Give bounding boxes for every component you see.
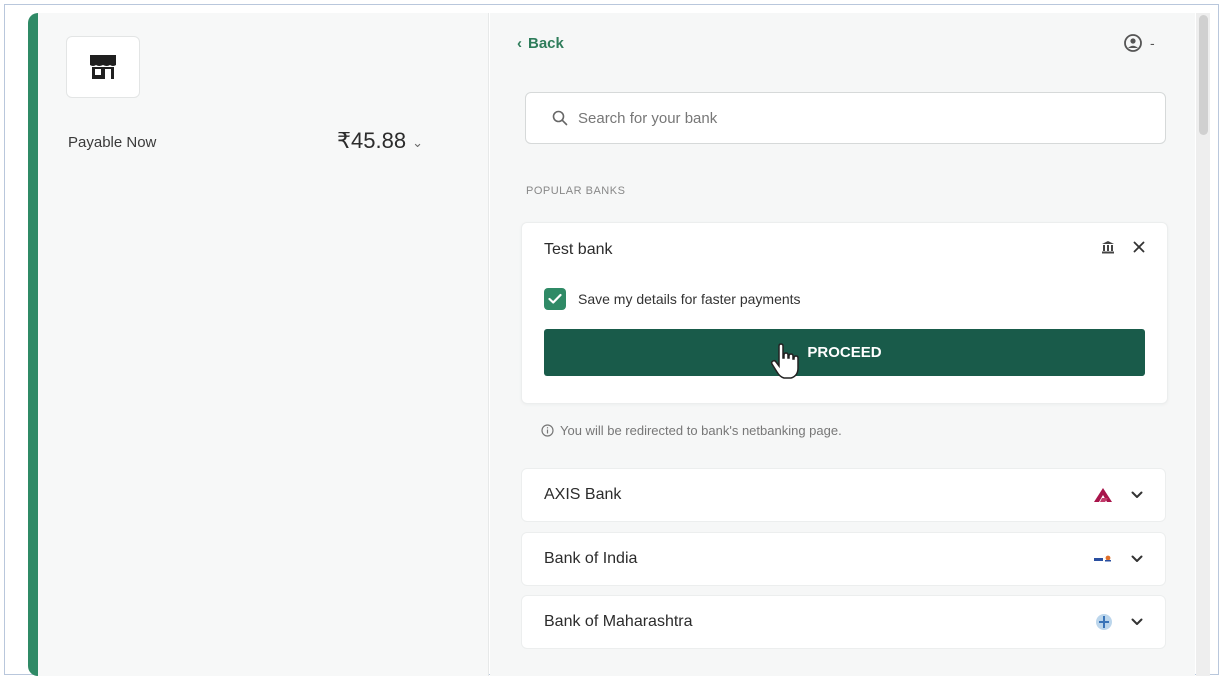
hand-cursor-icon (770, 343, 799, 379)
bank-of-india-logo-icon (1094, 555, 1111, 562)
chevron-down-icon (1131, 555, 1143, 562)
amount-toggle[interactable]: ₹45.88 ⌄ (337, 128, 423, 154)
store-icon (90, 55, 116, 79)
popular-banks-heading: POPULAR BANKS (526, 185, 626, 197)
bank-of-maharashtra-logo-icon (1096, 614, 1112, 630)
bank-row-bank-of-maharashtra[interactable]: Bank of Maharashtra (521, 595, 1166, 649)
bank-name: Bank of India (544, 550, 638, 567)
chevron-down-icon (1131, 618, 1143, 625)
bank-search[interactable] (525, 92, 1166, 144)
back-button[interactable]: ‹ Back (517, 35, 564, 52)
proceed-button[interactable]: PROCEED (544, 329, 1145, 376)
save-details-option[interactable]: Save my details for faster payments (544, 288, 801, 310)
payable-now-label: Payable Now (68, 134, 157, 151)
merchant-logo (66, 36, 140, 98)
axis-bank-logo-icon (1094, 488, 1112, 502)
selected-bank-card: Test bank Save my details for faster pay… (521, 222, 1168, 404)
bank-name: AXIS Bank (544, 486, 622, 503)
scrollbar[interactable] (1196, 13, 1210, 676)
user-icon (1124, 34, 1142, 52)
scrollbar-thumb[interactable] (1199, 15, 1208, 135)
chevron-left-icon: ‹ (517, 35, 522, 52)
bank-name: Bank of Maharashtra (544, 613, 693, 630)
bank-row-axis[interactable]: AXIS Bank (521, 468, 1166, 522)
chevron-down-icon (1131, 491, 1143, 498)
account-menu[interactable]: - (1124, 34, 1155, 52)
account-chevron: - (1150, 35, 1155, 51)
back-label: Back (528, 35, 564, 52)
save-details-checkbox[interactable] (544, 288, 566, 310)
chevron-down-icon: ⌄ (412, 135, 423, 150)
selected-bank-actions (1101, 240, 1145, 254)
selected-bank-name: Test bank (544, 241, 613, 258)
save-details-label: Save my details for faster payments (578, 291, 801, 307)
checkmark-icon (548, 293, 562, 304)
redirect-notice: You will be redirected to bank's netbank… (541, 423, 842, 438)
bank-icon (1102, 241, 1114, 254)
redirect-notice-text: You will be redirected to bank's netbank… (560, 423, 842, 438)
search-input[interactable] (578, 109, 1138, 127)
info-icon (541, 424, 554, 437)
order-summary-panel (38, 13, 489, 676)
amount-value: ₹45.88 (337, 128, 407, 153)
accent-stripe (28, 13, 38, 676)
bank-row-bank-of-india[interactable]: Bank of India (521, 532, 1166, 586)
close-icon[interactable] (1133, 241, 1145, 253)
search-icon (552, 110, 568, 126)
